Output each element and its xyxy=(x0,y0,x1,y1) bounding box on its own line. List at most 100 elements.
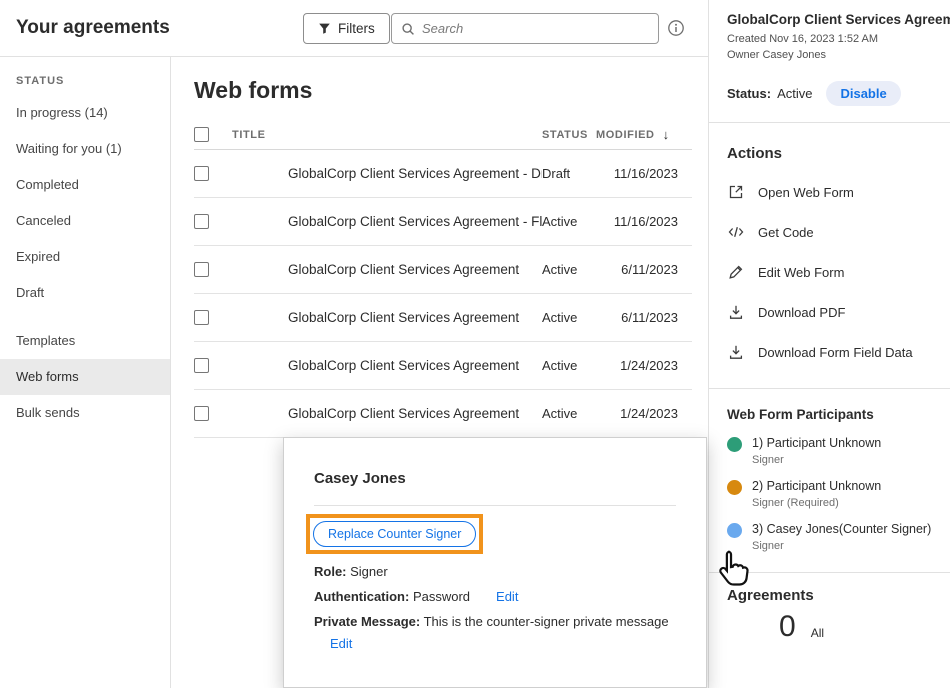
your-agreements-app: Your agreements Filters STATUS xyxy=(0,0,950,688)
row-checkbox[interactable] xyxy=(194,166,209,181)
sidebar-item-waiting[interactable]: Waiting for you (1) xyxy=(0,131,170,167)
top-bar: Your agreements Filters xyxy=(0,0,708,57)
participant-2[interactable]: 2) Participant Unknown Signer (Required) xyxy=(727,479,950,509)
agreement-title[interactable]: GlobalCorp Client Services Agreement xyxy=(232,358,542,373)
participant-avatar xyxy=(727,523,742,538)
agreement-status: Active xyxy=(542,310,596,325)
search-icon xyxy=(401,22,415,36)
col-header-status[interactable]: STATUS xyxy=(542,129,596,141)
private-message-edit-row: Edit xyxy=(330,636,676,651)
authentication-value: Password xyxy=(409,589,470,604)
participant-name: 2) Participant Unknown xyxy=(752,479,881,493)
sidebar-item-bulk-sends[interactable]: Bulk sends xyxy=(0,395,170,431)
private-message-row: Private Message: This is the counter-sig… xyxy=(314,614,676,629)
table-row[interactable]: GlobalCorp Client Services Agreement Act… xyxy=(194,390,692,438)
divider xyxy=(709,122,950,123)
status-sidebar: STATUS In progress (14) Waiting for you … xyxy=(0,57,171,688)
agreements-count: 0 xyxy=(779,610,796,644)
divider xyxy=(709,388,950,389)
agreement-modified: 6/11/2023 xyxy=(596,262,692,277)
agreement-status: Active xyxy=(542,214,596,229)
action-get-code[interactable]: Get Code xyxy=(727,212,950,252)
sidebar-item-web-forms[interactable]: Web forms xyxy=(0,359,170,395)
table-row[interactable]: GlobalCorp Client Services Agreement - F… xyxy=(194,198,692,246)
replace-counter-signer-button[interactable]: Replace Counter Signer xyxy=(313,521,476,547)
agreement-title[interactable]: GlobalCorp Client Services Agreement xyxy=(232,310,542,325)
table-row[interactable]: GlobalCorp Client Services Agreement Act… xyxy=(194,294,692,342)
download-pdf-icon xyxy=(727,303,745,321)
agreement-title[interactable]: GlobalCorp Client Services Agreement - D… xyxy=(232,166,542,181)
table-header-row: TITLE STATUS MODIFIED ↓ xyxy=(194,120,692,150)
agreements-count-row: 0 All xyxy=(779,610,950,644)
private-message-edit-link[interactable]: Edit xyxy=(330,636,352,651)
participant-name: 3) Casey Jones(Counter Signer) xyxy=(752,522,931,536)
table-row[interactable]: GlobalCorp Client Services Agreement Act… xyxy=(194,246,692,294)
sidebar-item-expired[interactable]: Expired xyxy=(0,239,170,275)
divider xyxy=(314,505,676,506)
search-input[interactable] xyxy=(422,21,649,36)
participant-1[interactable]: 1) Participant Unknown Signer xyxy=(727,436,950,466)
action-label: Get Code xyxy=(758,225,814,240)
agreement-title[interactable]: GlobalCorp Client Services Agreement xyxy=(232,262,542,277)
role-value: Signer xyxy=(347,564,388,579)
sidebar-item-completed[interactable]: Completed xyxy=(0,167,170,203)
row-checkbox[interactable] xyxy=(194,262,209,277)
action-label: Download PDF xyxy=(758,305,845,320)
action-download-form-field-data[interactable]: Download Form Field Data xyxy=(727,332,950,372)
participant-role: Signer xyxy=(752,540,931,552)
agreement-status: Active xyxy=(542,358,596,373)
sidebar-item-canceled[interactable]: Canceled xyxy=(0,203,170,239)
action-edit-web-form[interactable]: Edit Web Form xyxy=(727,252,950,292)
sidebar-item-templates[interactable]: Templates xyxy=(0,323,170,359)
disable-button[interactable]: Disable xyxy=(826,81,900,106)
role-label: Role: xyxy=(314,564,347,579)
action-label: Edit Web Form xyxy=(758,265,844,280)
table-row[interactable]: GlobalCorp Client Services Agreement Act… xyxy=(194,342,692,390)
popup-participant-name: Casey Jones xyxy=(314,470,676,487)
filters-button[interactable]: Filters xyxy=(303,13,390,44)
sidebar-item-draft[interactable]: Draft xyxy=(0,275,170,311)
col-header-title[interactable]: TITLE xyxy=(232,129,542,141)
agreement-title[interactable]: GlobalCorp Client Services Agreement - F… xyxy=(232,214,542,229)
role-row: Role: Signer xyxy=(314,564,676,579)
action-download-pdf[interactable]: Download PDF xyxy=(727,292,950,332)
actions-heading: Actions xyxy=(727,145,950,162)
participant-role: Signer xyxy=(752,454,881,466)
web-forms-heading: Web forms xyxy=(194,77,692,104)
row-checkbox[interactable] xyxy=(194,214,209,229)
sort-desc-icon[interactable]: ↓ xyxy=(663,127,670,142)
agreement-modified: 11/16/2023 xyxy=(596,214,692,229)
authentication-edit-link[interactable]: Edit xyxy=(496,589,518,604)
details-created: Created Nov 16, 2023 1:52 AM xyxy=(727,33,950,45)
row-checkbox[interactable] xyxy=(194,406,209,421)
agreements-heading: Agreements xyxy=(727,587,950,604)
download-data-icon xyxy=(727,343,745,361)
participant-3-counter-signer[interactable]: 3) Casey Jones(Counter Signer) Signer xyxy=(727,522,950,552)
agreement-modified: 6/11/2023 xyxy=(596,310,692,325)
action-open-web-form[interactable]: Open Web Form xyxy=(727,172,950,212)
col-header-modified-label: MODIFIED xyxy=(596,129,655,141)
page-title: Your agreements xyxy=(16,17,170,39)
agreement-modified: 1/24/2023 xyxy=(596,406,692,421)
authentication-label: Authentication: xyxy=(314,589,409,604)
private-message-value: This is the counter-signer private messa… xyxy=(420,614,668,629)
details-title: GlobalCorp Client Services Agreement xyxy=(727,12,950,27)
actions-list: Open Web Form Get Code Edit Web Form xyxy=(727,172,950,372)
row-checkbox[interactable] xyxy=(194,310,209,325)
action-label: Download Form Field Data xyxy=(758,345,913,360)
col-header-modified[interactable]: MODIFIED ↓ xyxy=(596,127,692,142)
agreements-all-filter[interactable]: All xyxy=(811,626,824,644)
participant-avatar xyxy=(727,480,742,495)
table-row[interactable]: GlobalCorp Client Services Agreement - D… xyxy=(194,150,692,198)
search-box[interactable] xyxy=(391,13,659,44)
agreement-details-panel: GlobalCorp Client Services Agreement Cre… xyxy=(708,0,950,688)
status-row: Status: Active Disable xyxy=(727,81,950,106)
agreement-title[interactable]: GlobalCorp Client Services Agreement xyxy=(232,406,542,421)
counter-signer-popup: Casey Jones Replace Counter Signer Role:… xyxy=(283,437,707,688)
info-icon[interactable] xyxy=(667,19,685,37)
agreement-status: Active xyxy=(542,406,596,421)
select-all-checkbox[interactable] xyxy=(194,127,209,142)
action-label: Open Web Form xyxy=(758,185,854,200)
row-checkbox[interactable] xyxy=(194,358,209,373)
sidebar-item-in-progress[interactable]: In progress (14) xyxy=(0,95,170,131)
